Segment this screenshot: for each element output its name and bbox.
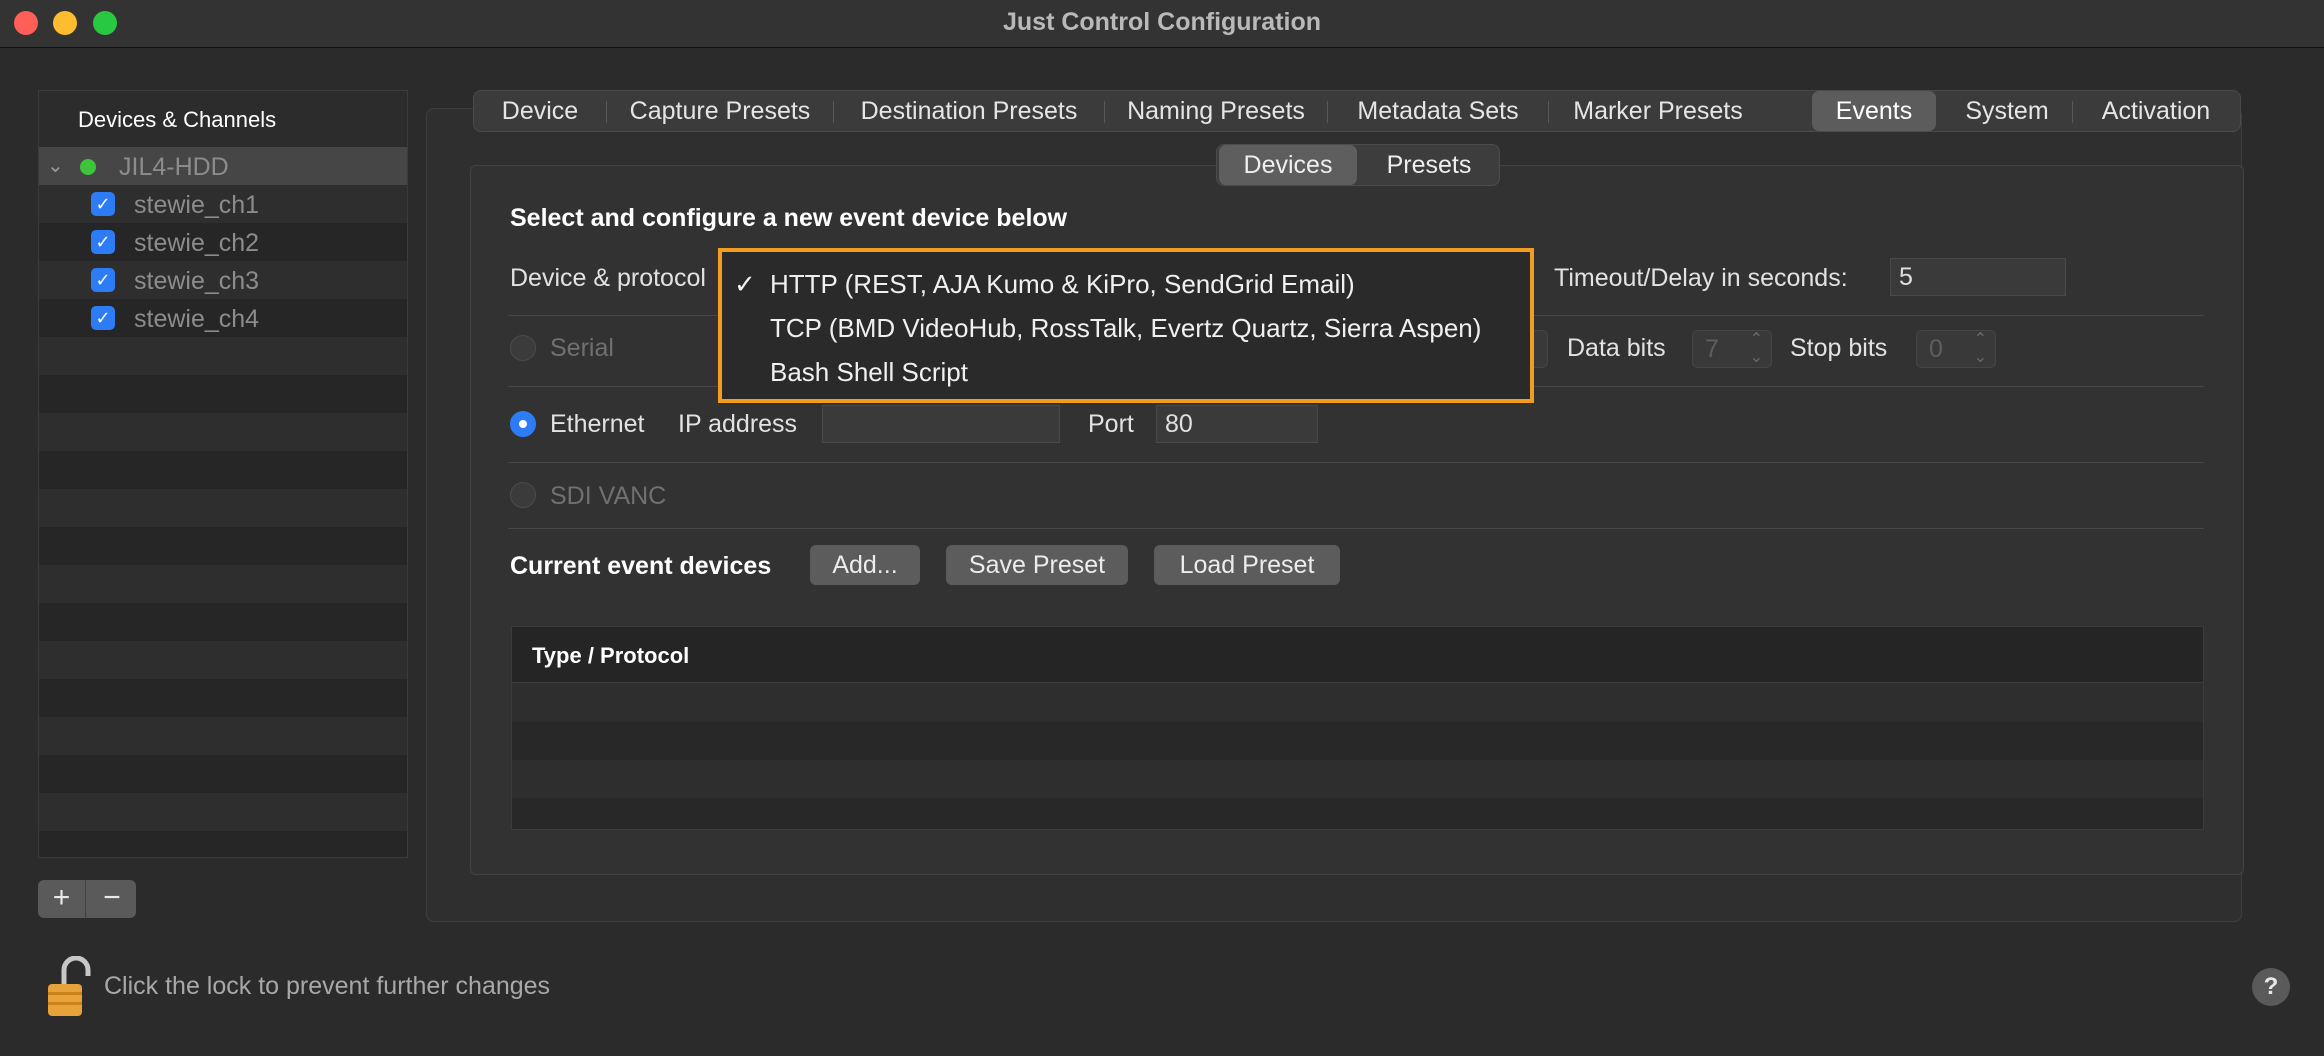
ethernet-label: Ethernet — [550, 410, 645, 438]
empty-row — [39, 641, 407, 679]
timeout-field[interactable]: 5 — [1890, 258, 2066, 296]
window-title: Just Control Configuration — [1002, 8, 1322, 36]
sidebar-item-device[interactable]: ⌄ JIL4-HDD — [39, 147, 407, 185]
remove-device-button[interactable]: − — [88, 880, 136, 918]
empty-row — [39, 375, 407, 413]
empty-row — [39, 603, 407, 641]
divider — [508, 528, 2204, 529]
empty-row — [39, 527, 407, 565]
channel-checkbox[interactable]: ✓ — [91, 192, 115, 216]
ethernet-radio[interactable] — [510, 411, 536, 437]
add-device-button[interactable]: + — [38, 880, 86, 918]
sidebar-header: Devices & Channels — [39, 91, 407, 147]
save-preset-button[interactable]: Save Preset — [946, 545, 1128, 585]
sidebar-item-channel[interactable]: ✓ stewie_ch4 — [39, 299, 407, 337]
menu-item-label: TCP (BMD VideoHub, RossTalk, Evertz Quar… — [770, 313, 1482, 343]
empty-row — [39, 489, 407, 527]
section-heading: Select and configure a new event device … — [510, 204, 1068, 232]
tab-events[interactable]: Events — [1812, 91, 1936, 131]
ip-address-field[interactable] — [822, 405, 1060, 443]
sidebar-add-remove-control: + − — [38, 880, 136, 918]
sidebar-item-channel[interactable]: ✓ stewie_ch3 — [39, 261, 407, 299]
help-button[interactable]: ? — [2252, 968, 2290, 1006]
add-event-device-button[interactable]: Add... — [810, 545, 920, 585]
channel-label: stewie_ch1 — [134, 191, 260, 219]
sidebar-item-channel[interactable]: ✓ stewie_ch2 — [39, 223, 407, 261]
chevron-down-icon[interactable]: ⌄ — [47, 153, 64, 178]
channel-checkbox[interactable]: ✓ — [91, 306, 115, 330]
tab-metadata-sets[interactable]: Metadata Sets — [1328, 91, 1548, 131]
sdi-vanc-label: SDI VANC — [550, 482, 667, 510]
data-bits-value: 7 — [1705, 335, 1719, 363]
table-row[interactable] — [512, 760, 2203, 798]
app-window: Just Control Configuration Devices & Cha… — [0, 0, 2324, 1056]
lock-status-text: Click the lock to prevent further change… — [104, 972, 551, 1000]
serial-label: Serial — [550, 334, 614, 362]
port-label: Port — [1088, 410, 1134, 438]
checkmark-icon: ✓ — [734, 269, 756, 299]
tab-marker-presets[interactable]: Marker Presets — [1549, 91, 1767, 131]
subtab-presets[interactable]: Presets — [1361, 145, 1497, 185]
tab-bar: Device Capture Presets Destination Prese… — [473, 90, 2241, 132]
sidebar-header-label: Devices & Channels — [78, 107, 277, 132]
stepper-arrows-icon[interactable]: ⌃ ⌄ — [1974, 331, 1987, 367]
current-event-devices-title: Current event devices — [510, 552, 772, 580]
empty-row — [39, 451, 407, 489]
sdi-vanc-radio[interactable] — [510, 482, 536, 508]
tab-device[interactable]: Device — [474, 91, 606, 131]
menu-item-label: Bash Shell Script — [770, 357, 968, 387]
stop-bits-stepper[interactable]: 0 ⌃ ⌄ — [1916, 330, 1996, 368]
empty-row — [39, 717, 407, 755]
serial-radio[interactable] — [510, 335, 536, 361]
table-row[interactable] — [512, 684, 2203, 722]
port-field[interactable]: 80 — [1156, 405, 1318, 443]
load-preset-button[interactable]: Load Preset — [1154, 545, 1340, 585]
tab-capture-presets[interactable]: Capture Presets — [607, 91, 833, 131]
channel-label: stewie_ch3 — [134, 267, 260, 295]
menu-item-label: HTTP (REST, AJA Kumo & KiPro, SendGrid E… — [770, 269, 1355, 299]
data-bits-label: Data bits — [1567, 334, 1666, 362]
table-row[interactable] — [512, 798, 2203, 829]
tab-activation[interactable]: Activation — [2073, 91, 2239, 131]
timeout-label: Timeout/Delay in seconds: — [1554, 264, 1848, 292]
subtab-devices[interactable]: Devices — [1219, 145, 1357, 185]
empty-row — [39, 755, 407, 793]
channel-checkbox[interactable]: ✓ — [91, 268, 115, 292]
stop-bits-label: Stop bits — [1790, 334, 1888, 362]
tab-system[interactable]: System — [1942, 91, 2072, 131]
empty-row — [39, 565, 407, 603]
menu-item-bash[interactable]: Bash Shell Script — [722, 350, 1530, 394]
title-bar: Just Control Configuration — [0, 0, 2324, 48]
table-header[interactable]: Type / Protocol — [512, 627, 2203, 683]
event-devices-table: Type / Protocol — [511, 626, 2204, 830]
tab-destination-presets[interactable]: Destination Presets — [834, 91, 1104, 131]
stop-bits-value: 0 — [1929, 335, 1943, 363]
menu-item-http[interactable]: ✓ HTTP (REST, AJA Kumo & KiPro, SendGrid… — [722, 262, 1530, 306]
channel-label: stewie_ch2 — [134, 229, 260, 257]
channel-checkbox[interactable]: ✓ — [91, 230, 115, 254]
empty-row — [39, 831, 407, 857]
empty-row — [39, 413, 407, 451]
empty-row — [39, 679, 407, 717]
ip-address-label: IP address — [678, 410, 798, 438]
lock-icon[interactable] — [44, 955, 94, 1018]
tab-naming-presets[interactable]: Naming Presets — [1105, 91, 1327, 131]
stepper-arrows-icon[interactable]: ⌃ ⌄ — [1750, 331, 1763, 367]
protocol-dropdown-menu: ✓ HTTP (REST, AJA Kumo & KiPro, SendGrid… — [718, 248, 1534, 403]
empty-row — [39, 793, 407, 831]
devices-channels-sidebar: Devices & Channels ⌄ JIL4-HDD ✓ stewie_c… — [38, 90, 408, 858]
device-label: JIL4-HDD — [119, 153, 229, 181]
sidebar-item-channel[interactable]: ✓ stewie_ch1 — [39, 185, 407, 223]
empty-row — [39, 337, 407, 375]
column-header-type-protocol: Type / Protocol — [532, 643, 690, 668]
table-row[interactable] — [512, 722, 2203, 760]
subtab-segmented-control: Devices Presets — [1216, 144, 1500, 186]
divider — [508, 462, 2204, 463]
menu-item-tcp[interactable]: TCP (BMD VideoHub, RossTalk, Evertz Quar… — [722, 306, 1530, 350]
data-bits-stepper[interactable]: 7 ⌃ ⌄ — [1692, 330, 1772, 368]
channel-label: stewie_ch4 — [134, 305, 260, 333]
status-dot-icon — [80, 159, 96, 175]
device-protocol-label: Device & protocol — [510, 264, 706, 292]
